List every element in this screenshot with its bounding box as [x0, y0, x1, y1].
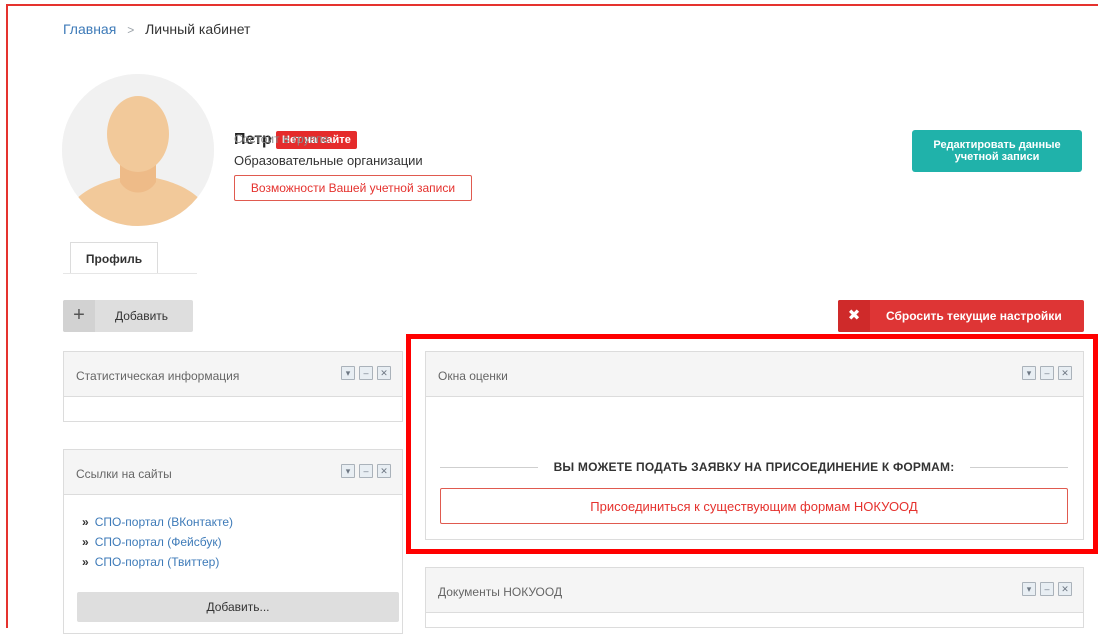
breadcrumb-current: Личный кабинет [145, 21, 251, 37]
minimize-icon[interactable]: – [359, 366, 373, 380]
close-icon[interactable]: ✕ [377, 366, 391, 380]
account-capabilities-button[interactable]: Возможности Вашей учетной записи [234, 175, 472, 201]
widget-title: Статистическая информация [76, 369, 240, 383]
list-item[interactable]: » СПО-портал (Фейсбук) [82, 532, 233, 552]
link-text[interactable]: СПО-портал (Фейсбук) [95, 535, 222, 549]
widget-controls: ▾ – ✕ [1022, 582, 1072, 596]
breadcrumb-home-link[interactable]: Главная [63, 21, 116, 37]
page-frame-top [6, 4, 1098, 6]
close-icon[interactable]: ✕ [1058, 582, 1072, 596]
group-name: Образовательные организации [234, 153, 423, 168]
tab-underline [63, 273, 197, 274]
chevron-right-icon: » [82, 535, 89, 549]
widget-statistics: Статистическая информация ▾ – ✕ [63, 351, 403, 422]
collapse-icon[interactable]: ▾ [1022, 582, 1036, 596]
add-widget-button[interactable]: + Добавить [63, 300, 193, 332]
list-item[interactable]: » СПО-портал (ВКонтакте) [82, 512, 233, 532]
breadcrumb: Главная > Личный кабинет [63, 21, 250, 37]
links-list: » СПО-портал (ВКонтакте) » СПО-портал (Фей… [82, 512, 233, 572]
breadcrumb-separator: > [127, 23, 135, 37]
collapse-icon[interactable]: ▾ [341, 464, 355, 478]
add-widget-label: Добавить [115, 309, 169, 323]
minimize-icon[interactable]: – [359, 464, 373, 478]
page-frame-left [6, 4, 8, 628]
chevron-right-icon: » [82, 555, 89, 569]
close-icon: ✖ [838, 300, 870, 332]
widget-header: Ссылки на сайты ▾ – ✕ [64, 450, 402, 495]
widget-title: Ссылки на сайты [76, 467, 172, 481]
widget-header: Документы НОКУООД ▾ – ✕ [426, 568, 1083, 613]
tab-profile[interactable]: Профиль [70, 242, 158, 274]
widget-title: Документы НОКУООД [438, 585, 563, 599]
widget-controls: ▾ – ✕ [341, 464, 391, 478]
minimize-icon[interactable]: – [1040, 582, 1054, 596]
reset-settings-button[interactable]: ✖ Сбросить текущие настройки [838, 300, 1084, 332]
avatar-placeholder-icon [62, 74, 214, 226]
chevron-right-icon: » [82, 515, 89, 529]
link-text[interactable]: СПО-портал (ВКонтакте) [95, 515, 233, 529]
widget-documents: Документы НОКУООД ▾ – ✕ [425, 567, 1084, 628]
reset-settings-label: Сбросить текущие настройки [886, 309, 1062, 323]
add-link-button[interactable]: Добавить... [77, 592, 399, 622]
link-text[interactable]: СПО-портал (Твиттер) [95, 555, 220, 569]
widget-controls: ▾ – ✕ [341, 366, 391, 380]
widget-header: Статистическая информация ▾ – ✕ [64, 352, 402, 397]
group-caption: Состоит в группе: [234, 132, 333, 146]
edit-account-button[interactable]: Редактировать данные учетной записи [912, 130, 1082, 172]
plus-icon: + [63, 300, 95, 332]
avatar [62, 74, 214, 226]
highlight-box [406, 334, 1098, 554]
list-item[interactable]: » СПО-портал (Твиттер) [82, 552, 233, 572]
collapse-icon[interactable]: ▾ [341, 366, 355, 380]
close-icon[interactable]: ✕ [377, 464, 391, 478]
